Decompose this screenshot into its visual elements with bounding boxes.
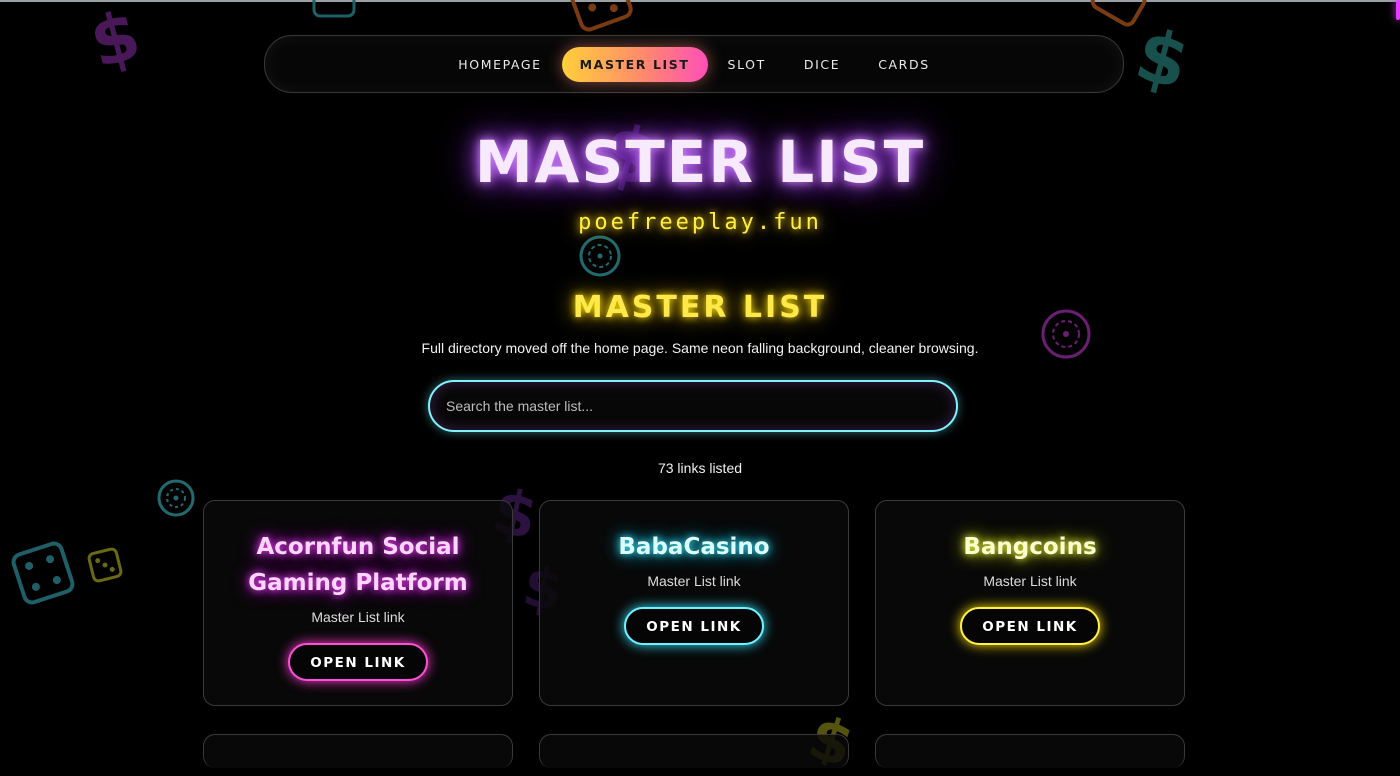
nav-item-dice[interactable]: DICE bbox=[786, 47, 858, 82]
link-card: BabaCasino Master List link OPEN LINK bbox=[539, 500, 849, 706]
open-link-button[interactable]: OPEN LINK bbox=[960, 607, 1100, 645]
link-card: Bangcoins Master List link OPEN LINK bbox=[875, 500, 1185, 706]
nav-item-homepage[interactable]: HOMEPAGE bbox=[440, 47, 559, 82]
card-subtitle: Master List link bbox=[983, 573, 1077, 589]
open-link-button[interactable]: OPEN LINK bbox=[288, 643, 428, 681]
link-card: Acornfun Social Gaming Platform Master L… bbox=[203, 500, 513, 706]
card-subtitle: Master List link bbox=[647, 573, 741, 589]
nav-item-cards[interactable]: CARDS bbox=[860, 47, 948, 82]
dice-icon bbox=[1084, 0, 1152, 35]
card-title: BabaCasino bbox=[618, 534, 770, 560]
link-card-partial bbox=[539, 734, 849, 768]
window-top-border bbox=[0, 0, 1400, 2]
section-title: MASTER LIST bbox=[572, 290, 828, 325]
open-link-button[interactable]: OPEN LINK bbox=[624, 607, 764, 645]
hero-title: MASTER LIST bbox=[474, 128, 926, 196]
card-title: Acornfun Social Gaming Platform bbox=[248, 534, 468, 596]
window-edge-accent bbox=[1396, 0, 1400, 20]
section-subtitle: Full directory moved off the home page. … bbox=[421, 340, 979, 356]
nav-item-slot[interactable]: SLOT bbox=[710, 47, 784, 82]
dice-icon bbox=[6, 536, 79, 609]
dice-icon bbox=[566, 0, 638, 37]
dice-icon bbox=[310, 0, 358, 22]
svg-text:$: $ bbox=[1127, 12, 1197, 101]
link-card-partial bbox=[203, 734, 513, 768]
search-input[interactable] bbox=[428, 380, 958, 432]
hero-domain: poefreeplay.fun bbox=[578, 210, 822, 235]
svg-text:$: $ bbox=[82, 0, 148, 79]
poker-chip-icon bbox=[156, 478, 196, 518]
links-count: 73 links listed bbox=[657, 460, 743, 476]
dice-icon bbox=[84, 544, 125, 585]
card-title: Bangcoins bbox=[963, 534, 1097, 560]
dollar-icon: $ bbox=[77, 0, 157, 79]
main-nav: HOMEPAGE MASTER LIST SLOT DICE CARDS bbox=[264, 35, 1124, 93]
dollar-icon: $ bbox=[1123, 11, 1204, 101]
link-card-partial bbox=[875, 734, 1185, 768]
poker-chip-icon bbox=[578, 234, 622, 278]
nav-item-master-list[interactable]: MASTER LIST bbox=[561, 46, 708, 82]
card-subtitle: Master List link bbox=[311, 609, 405, 625]
